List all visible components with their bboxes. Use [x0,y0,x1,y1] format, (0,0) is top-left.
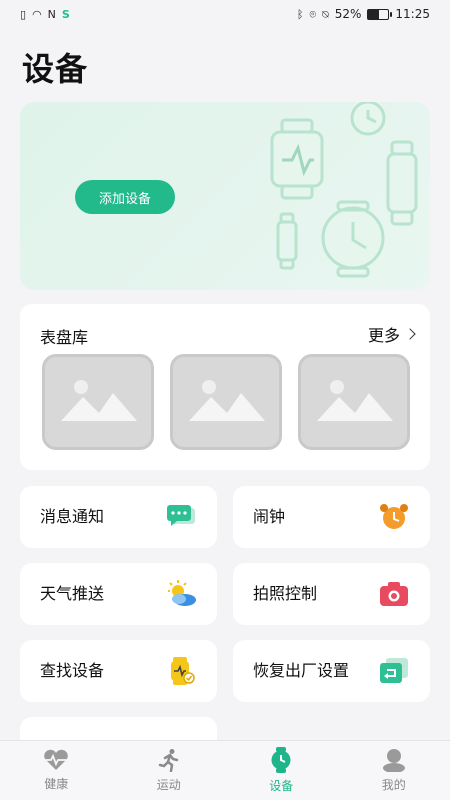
app-notification-icon: S [61,7,70,21]
image-placeholder-icon [189,380,265,421]
watch-icon [271,747,291,773]
tile-camera-control[interactable]: 拍照控制 [233,563,430,625]
mute-icon: ⍉ [322,7,329,21]
nav-item-me[interactable]: 我的 [338,741,450,800]
more-link[interactable]: 更多 [367,322,416,346]
watch-face-title: 表盘库 [40,328,89,347]
chevron-right-icon [404,328,416,340]
nav-label: 我的 [381,778,406,792]
watch-face-library: 表盘库 更多 [20,304,430,470]
image-placeholder-icon [317,380,393,421]
tile-factory-reset[interactable]: 恢复出厂设置 [233,640,430,702]
find-device-icon [171,657,195,685]
nav-label: 设备 [269,779,294,793]
image-placeholder-icon [61,380,137,421]
running-icon [158,749,178,772]
tile-find-device[interactable]: 查找设备 [20,640,217,702]
tile-label: 拍照控制 [253,584,318,603]
heart-icon [44,749,69,770]
nav-label: 运动 [156,778,181,792]
location-icon: ⌾ [309,7,317,21]
wifi-icon: ◠ [32,7,42,21]
weather-icon [168,580,196,606]
tile-label: 恢复出厂设置 [253,661,350,680]
more-label: 更多 [367,326,400,345]
nav-item-sport[interactable]: 运动 [113,741,226,800]
profile-icon [382,749,405,772]
tile-label: 消息通知 [40,507,105,526]
watch-face-thumbnail[interactable] [298,354,410,450]
tile-label: 查找设备 [40,661,105,680]
battery-percent: 52% [334,7,362,21]
tile-message-notification[interactable]: 消息通知 [20,486,217,548]
watch-face-thumbnail[interactable] [170,354,282,450]
nfc-icon: N [47,7,56,21]
bluetooth-icon: ᛒ [296,7,304,21]
tile-label: 天气推送 [40,584,105,603]
status-bar: ▯ ◠ N S ᛒ ⌾ ⍉ 52% 11:25 [0,0,450,28]
nav-label: 健康 [44,777,69,791]
factory-reset-icon [380,658,408,683]
add-device-button[interactable]: 添加设备 [75,180,175,214]
battery-icon [367,8,393,20]
tile-label: 闹钟 [253,507,286,526]
bottom-nav: 健康 运动 设备 我的 [0,740,450,800]
camera-icon [380,582,408,606]
add-device-banner: 添加设备 [20,102,430,290]
clock: 11:25 [395,7,430,21]
watch-face-thumbnail[interactable] [42,354,154,450]
tile-alarm[interactable]: 闹钟 [233,486,430,548]
alarm-clock-icon [380,504,408,529]
page-title: 设备 [22,50,89,88]
message-icon [167,505,195,526]
nav-item-health[interactable]: 健康 [0,741,113,800]
sim-icon: ▯ [20,7,27,21]
nav-item-device[interactable]: 设备 [225,741,338,800]
tile-weather-push[interactable]: 天气推送 [20,563,217,625]
